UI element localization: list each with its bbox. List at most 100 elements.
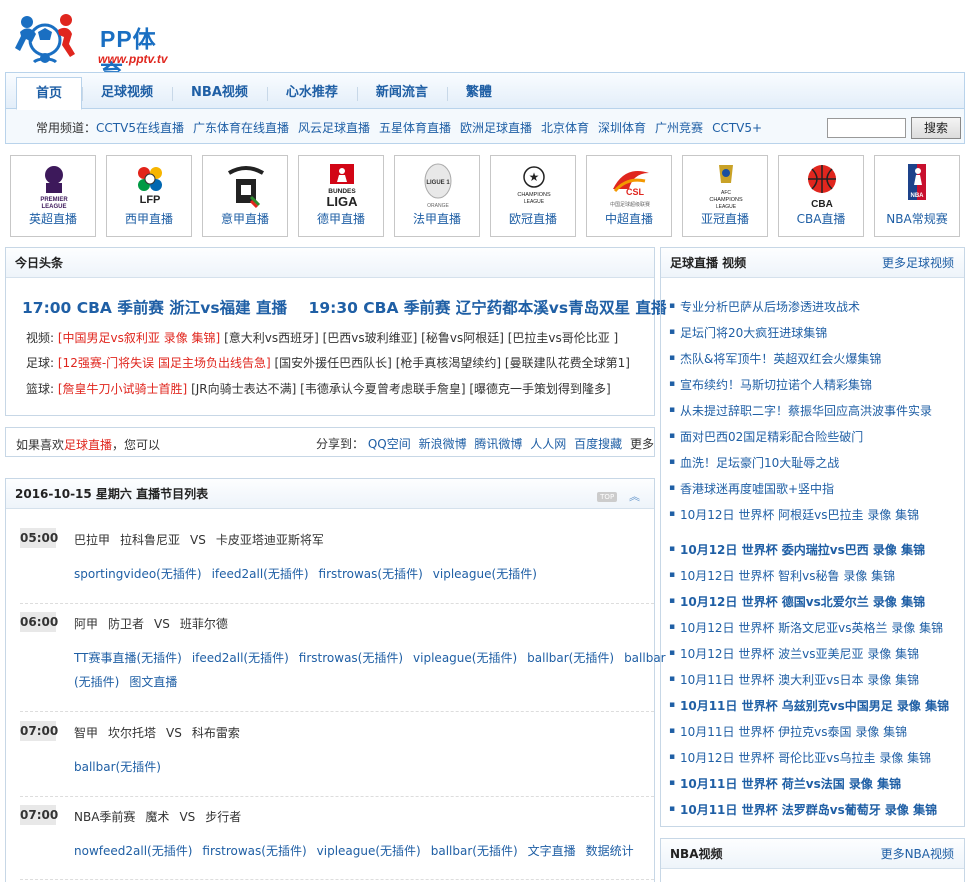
headline-link-1[interactable]: 17:00 CBA 季前赛 浙江vs福建 直播 [22, 299, 287, 317]
channel-link[interactable]: CCTV5在线直播 [96, 121, 184, 135]
league-tile-champions-league[interactable]: ★ CHAMPIONS LEAGUE 欧冠直播 [490, 155, 576, 237]
text-live-link[interactable]: 文字直播 [528, 844, 576, 858]
football-hot-link[interactable]: [12强赛-门将失误 国足主场负出线告急] [58, 356, 271, 370]
stats-link[interactable]: 数据统计 [586, 844, 634, 858]
match-league: NBA季前赛 [74, 810, 136, 824]
basketball-hot-link[interactable]: [詹皇牛刀小试骑士首胜] [58, 382, 187, 396]
stream-link[interactable]: vipleague(无插件) [433, 567, 537, 581]
league-tile-nba[interactable]: NBA NBA常规赛 [874, 155, 960, 237]
channel-link[interactable]: 广东体育在线直播 [193, 121, 289, 135]
channel-link[interactable]: 广州竞赛 [655, 121, 703, 135]
football-link[interactable]: [枪手真核渴望续约] [396, 356, 501, 370]
video-link[interactable]: [秘鲁vs阿根廷] [421, 331, 504, 345]
video-link[interactable]: [巴拉圭vs哥伦比亚 ] [508, 331, 619, 345]
channel-link[interactable]: 深圳体育 [598, 121, 646, 135]
football-video-link[interactable]: 从未提过辞职二字！蔡振华回应高洪波事件实录 [680, 404, 932, 418]
channel-link[interactable]: 欧洲足球直播 [460, 121, 532, 135]
football-video-link[interactable]: 杰队&将军顶牛！英超双红会火爆集锦 [680, 352, 881, 366]
tab-recommend[interactable]: 心水推荐 [266, 77, 357, 109]
football-video-link[interactable]: 10月11日 世界杯 荷兰vs法国 录像 集锦 [680, 777, 901, 791]
entry-divider [20, 796, 654, 797]
league-tile-bundesliga[interactable]: BUNDES LIGA 德甲直播 [298, 155, 384, 237]
football-video-link[interactable]: 足坛门将20大疯狂进球集锦 [680, 326, 827, 340]
share-qzone-link[interactable]: QQ空间 [368, 437, 411, 451]
site-logo[interactable]: PP体育 www.pptv.tv [14, 8, 174, 86]
share-more-link[interactable]: 更多 [630, 437, 654, 451]
league-tile-ligue-1[interactable]: LIGUE 1 ORANGE 法甲直播 [394, 155, 480, 237]
share-tencent-weibo-link[interactable]: 腾讯微博 [474, 437, 522, 451]
football-video-link[interactable]: 10月12日 世界杯 智利vs秘鲁 录像 集锦 [680, 569, 895, 583]
share-weibo-link[interactable]: 新浪微博 [419, 437, 467, 451]
tab-news[interactable]: 新闻流言 [356, 77, 447, 109]
soccer-players-logo-icon [15, 14, 75, 64]
stream-link[interactable]: firstrowas(无插件) [299, 651, 403, 665]
more-football-videos-link[interactable]: 更多足球视频 [882, 248, 954, 278]
nba-videos-title: NBA视频 更多NBA视频 [661, 839, 964, 869]
football-video-link[interactable]: 10月12日 世界杯 哥伦比亚vs乌拉圭 录像 集锦 [680, 751, 931, 765]
football-video-item: 10月12日 世界杯 哥伦比亚vs乌拉圭 录像 集锦 [669, 749, 931, 766]
channel-link[interactable]: 五星体育直播 [379, 121, 451, 135]
football-video-link[interactable]: 香港球迷再度嘘国歌+竖中指 [680, 482, 834, 496]
stream-link[interactable]: sportingvideo(无插件) [74, 567, 202, 581]
football-video-link[interactable]: 宣布续约！马斯切拉诺个人精彩集锦 [680, 378, 872, 392]
share-renren-link[interactable]: 人人网 [530, 437, 566, 451]
football-video-link[interactable]: 血洗！足坛豪门10大耻辱之战 [680, 456, 839, 470]
share-baidu-link[interactable]: 百度搜藏 [574, 437, 622, 451]
football-video-link[interactable]: 面对巴西02国足精彩配合险些破门 [680, 430, 863, 444]
text-live-link[interactable]: 图文直播 [129, 675, 177, 689]
basketball-link[interactable]: [韦德承认今夏曾考虑联手詹皇] [300, 382, 465, 396]
stream-link[interactable]: ballbar(无插件) [431, 844, 518, 858]
league-tile-afc-champions[interactable]: AFC CHAMPIONS LEAGUE 亚冠直播 [682, 155, 768, 237]
more-nba-videos-link[interactable]: 更多NBA视频 [881, 839, 954, 869]
stream-link[interactable]: TT赛事直播(无插件) [74, 651, 182, 665]
football-video-link[interactable]: 10月12日 世界杯 斯洛文尼亚vs英格兰 录像 集锦 [680, 621, 943, 635]
channel-link[interactable]: 北京体育 [541, 121, 589, 135]
stream-link[interactable]: ifeed2all(无插件) [192, 651, 289, 665]
channel-link[interactable]: 风云足球直播 [298, 121, 370, 135]
stream-link[interactable]: firstrowas(无插件) [202, 844, 306, 858]
search-input[interactable] [827, 118, 906, 138]
league-tile-premier-league[interactable]: PREMIER LEAGUE 英超直播 [10, 155, 96, 237]
league-tile-serie-a[interactable]: 意甲直播 [202, 155, 288, 237]
football-video-link[interactable]: 10月11日 世界杯 伊拉克vs泰国 录像 集锦 [680, 725, 907, 739]
top-icon[interactable]: TOP [597, 491, 618, 502]
stream-link[interactable]: ifeed2all(无插件) [212, 567, 309, 581]
video-link[interactable]: [巴西vs玻利维亚] [323, 331, 418, 345]
league-label: CBA直播 [796, 212, 846, 226]
search-button[interactable]: 搜索 [911, 117, 961, 139]
football-video-link[interactable]: 10月12日 世界杯 阿根廷vs巴拉圭 录像 集锦 [680, 508, 919, 522]
football-video-link[interactable]: 专业分析巴萨从后场渗透进攻战术 [680, 300, 860, 314]
football-link[interactable]: [曼联建队花费全球第1] [505, 356, 630, 370]
stream-link[interactable]: ballbar(无插件) [527, 651, 614, 665]
football-video-link[interactable]: 10月11日 世界杯 法罗群岛vs葡萄牙 录像 集锦 [680, 803, 937, 817]
tab-traditional[interactable]: 繁體 [446, 77, 511, 109]
nav-tab-bar: 首页 足球视频 NBA视频 心水推荐 新闻流言 繁體 [6, 73, 964, 110]
football-video-link[interactable]: 10月11日 世界杯 澳大利亚vs日本 录像 集锦 [680, 673, 919, 687]
league-tile-cba[interactable]: CBA CBA直播 [778, 155, 864, 237]
stream-link[interactable]: vipleague(无插件) [413, 651, 517, 665]
football-video-link[interactable]: 10月12日 世界杯 德国vs北爱尔兰 录像 集锦 [680, 595, 925, 609]
basketball-link[interactable]: [JR向骑士表达不满] [191, 382, 296, 396]
league-tile-csl[interactable]: CSL 中国足球超级联赛 中超直播 [586, 155, 672, 237]
football-video-link[interactable]: 10月12日 世界杯 委内瑞拉vs巴西 录像 集锦 [680, 543, 925, 557]
tab-nba-video[interactable]: NBA视频 [172, 77, 267, 109]
stream-link[interactable]: (无插件) [74, 675, 119, 689]
collapse-icon[interactable]: ︽ [629, 490, 640, 503]
video-hot-link[interactable]: [中国男足vs叙利亚 录像 集锦] [58, 331, 220, 345]
football-video-link[interactable]: 10月12日 世界杯 波兰vs亚美尼亚 录像 集锦 [680, 647, 919, 661]
stream-link[interactable]: vipleague(无插件) [317, 844, 421, 858]
stream-link[interactable]: firstrowas(无插件) [319, 567, 423, 581]
stream-link[interactable]: ballbar(无插件) [74, 760, 161, 774]
stream-link[interactable]: nowfeed2all(无插件) [74, 844, 192, 858]
video-link[interactable]: [意大利vs西班牙] [224, 331, 319, 345]
headline-link-2[interactable]: 19:30 CBA 季前赛 辽宁药都本溪vs青岛双星 直播 [309, 299, 667, 317]
football-video-link[interactable]: 10月11日 世界杯 乌兹别克vs中国男足 录像 集锦 [680, 699, 949, 713]
site-name-link[interactable]: 足球直播 [64, 438, 112, 452]
tab-home[interactable]: 首页 [16, 77, 83, 110]
league-tile-la-liga[interactable]: LFP 西甲直播 [106, 155, 192, 237]
channel-link[interactable]: CCTV5+ [712, 121, 762, 135]
football-video-item: 从未提过辞职二字！蔡振华回应高洪波事件实录 [669, 402, 932, 419]
tab-football-video[interactable]: 足球视频 [82, 77, 172, 109]
basketball-link[interactable]: [曝德克一手策划得到隆多] [469, 382, 610, 396]
football-link[interactable]: [国安外援任巴西队长] [274, 356, 391, 370]
